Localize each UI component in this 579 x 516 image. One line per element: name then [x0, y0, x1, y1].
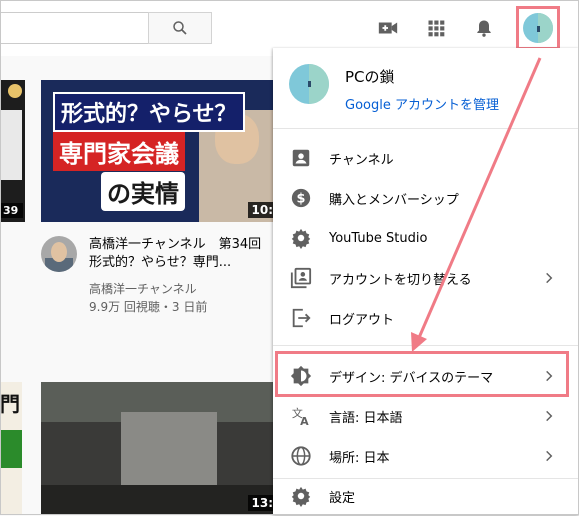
menu-item-youtube-studio[interactable]: YouTube Studio: [273, 218, 579, 258]
theme-item-highlight-box: [275, 351, 569, 397]
menu-item-label: 場所: 日本: [329, 450, 390, 466]
thumbnail-text: の実情: [101, 172, 185, 211]
video-thumbnail[interactable]: 13:: [41, 382, 279, 515]
video-thumbnail-partial[interactable]: 門: [0, 382, 22, 515]
menu-item-language[interactable]: 文A 言語: 日本語: [273, 396, 579, 436]
create-video-icon[interactable]: [376, 16, 400, 40]
video-meta: 高橋洋一チャンネル 9.9万 回視聴・3 日前: [89, 280, 207, 316]
menu-item-label: 言語: 日本語: [329, 410, 403, 426]
video-duration: 39: [0, 203, 23, 218]
video-thumbnail[interactable]: 形式的？やらせ？ 専門家会議 の実情 10:: [41, 80, 279, 222]
channel-avatar[interactable]: [41, 236, 77, 272]
translate-icon: 文A: [289, 404, 313, 428]
logout-icon: [289, 306, 313, 330]
menu-item-label: アカウントを切り替える: [329, 272, 472, 288]
chevron-right-icon: [537, 404, 561, 428]
channel-icon: [289, 146, 313, 170]
manage-account-link[interactable]: Google アカウントを管理: [345, 94, 499, 113]
menu-item-purchases[interactable]: $ 購入とメンバーシップ: [273, 178, 579, 218]
chevron-right-icon: [537, 444, 561, 468]
thumbnail-text: 専門家会議: [53, 132, 185, 171]
menu-item-location[interactable]: 場所: 日本: [273, 436, 579, 476]
menu-item-label: YouTube Studio: [329, 230, 428, 246]
thumbnail-text: 門: [0, 392, 20, 416]
menu-item-settings[interactable]: 設定: [273, 476, 579, 516]
avatar: [523, 13, 553, 43]
account-name: PCの鎖: [345, 68, 395, 86]
menu-divider: [273, 345, 579, 346]
account-avatar-button[interactable]: [516, 6, 560, 50]
view-count: 9.9万 回視聴・3 日前: [89, 300, 208, 314]
menu-item-logout[interactable]: ログアウト: [273, 298, 579, 338]
account-menu-header: PCの鎖 Google アカウントを管理: [273, 48, 579, 129]
dollar-icon: $: [289, 186, 313, 210]
menu-item-switch-account[interactable]: アカウントを切り替える: [273, 258, 579, 298]
svg-text:$: $: [297, 192, 306, 207]
apps-grid-icon[interactable]: [424, 16, 448, 40]
video-thumbnail-partial[interactable]: 39: [0, 80, 25, 222]
thumbnail-text: 形式的？やらせ？: [53, 92, 245, 132]
account-menu: PCの鎖 Google アカウントを管理 チャンネル $ 購入とメンバーシップ …: [273, 48, 579, 515]
search-button[interactable]: [148, 12, 212, 44]
menu-item-channel[interactable]: チャンネル: [273, 138, 579, 178]
avatar: [289, 64, 329, 104]
settings-icon: [289, 484, 313, 508]
menu-item-label: チャンネル: [329, 152, 394, 168]
svg-text:A: A: [300, 415, 309, 427]
notifications-bell-icon[interactable]: [472, 16, 496, 40]
search-icon: [173, 21, 187, 35]
chevron-right-icon: [537, 266, 561, 290]
menu-item-label: 設定: [329, 490, 356, 506]
video-title[interactable]: 高橋洋一チャンネル 第34回 形式的？やらせ？専門...: [89, 236, 275, 272]
gear-icon: [289, 226, 313, 250]
menu-item-label: 購入とメンバーシップ: [329, 192, 459, 208]
menu-item-label: ログアウト: [329, 312, 395, 328]
globe-icon: [289, 444, 313, 468]
switch-account-icon: [289, 266, 313, 290]
search-input[interactable]: [0, 12, 148, 44]
channel-name[interactable]: 高橋洋一チャンネル: [89, 280, 207, 298]
